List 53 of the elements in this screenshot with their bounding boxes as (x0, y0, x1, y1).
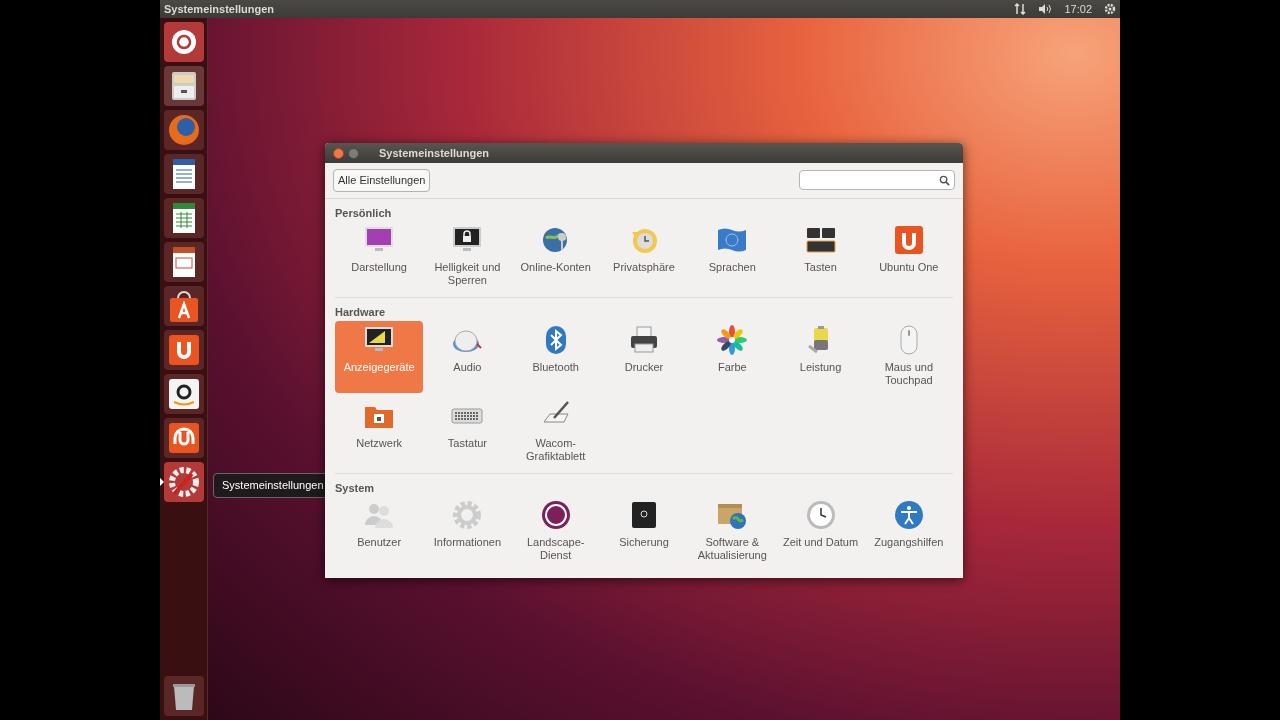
accessibility-icon (892, 499, 925, 531)
network-arrows-icon[interactable] (1014, 3, 1027, 15)
settings-tile[interactable]: Tastatur (423, 396, 512, 469)
settings-tile[interactable]: Bluetooth (511, 320, 600, 393)
settings-icon[interactable] (1104, 3, 1116, 15)
window-title: Systemeinstellungen (379, 145, 490, 161)
settings-tile[interactable]: Drucker (599, 320, 689, 393)
settings-tile[interactable]: Zeit und Datum (776, 496, 865, 568)
ring-icon (539, 499, 572, 531)
printer-icon (628, 323, 660, 356)
file-cabinet-icon[interactable] (163, 66, 204, 106)
search-field[interactable] (799, 170, 955, 191)
spreadsheet-icon[interactable] (163, 198, 204, 238)
settings-tile[interactable]: Wacom-Grafiktablett (511, 396, 600, 469)
settings-tile[interactable]: Sicherung (599, 496, 689, 568)
section-heading: System (335, 480, 376, 496)
section-heading: Hardware (335, 305, 387, 320)
settings-tile[interactable]: Sprachen (688, 221, 777, 293)
settings-tile[interactable]: Online-Konten (511, 221, 600, 293)
settings-tile[interactable]: Zugangshilfen (864, 496, 953, 568)
settings-tile[interactable]: Benutzer (335, 496, 424, 568)
section-heading: Persönlich (335, 205, 393, 221)
search-icon (939, 174, 950, 186)
settings-tile[interactable]: Helligkeit und Sperren (423, 221, 512, 293)
settings-tile[interactable]: Netzwerk (335, 396, 424, 469)
settings-tile[interactable]: Audio (423, 320, 512, 393)
gear-icon (451, 499, 484, 531)
settings-tile[interactable]: Darstellung (335, 221, 424, 293)
settings-tile[interactable]: Ubuntu One (864, 221, 953, 293)
document-icon[interactable] (163, 154, 204, 194)
settings-tile[interactable]: Leistung (776, 320, 865, 393)
settings-tile[interactable]: Informationen (423, 496, 512, 568)
u-tile-icon (892, 224, 925, 256)
app-title: Systemeinstellungen (164, 1, 275, 17)
flower-icon (716, 323, 749, 356)
settings-tile[interactable]: Landscape-Dienst (511, 496, 600, 568)
trash-icon[interactable] (163, 676, 204, 716)
minimize-button[interactable] (348, 147, 359, 159)
gear-wrench-icon[interactable] (163, 462, 204, 502)
clock[interactable]: 17:02 (1064, 0, 1092, 18)
shopping-bag-icon[interactable] (163, 286, 204, 326)
settings-tile[interactable]: Maus und Touchpad (864, 320, 953, 393)
u-tile-icon[interactable] (163, 330, 204, 370)
all-settings-button[interactable]: Alle Einstellungen (333, 169, 431, 192)
close-button[interactable] (333, 147, 344, 159)
settings-tile[interactable]: Tasten (776, 221, 865, 293)
settings-tile[interactable]: Farbe (688, 320, 777, 393)
settings-tile[interactable]: Software & Aktualisierung (688, 496, 777, 568)
headphones-icon[interactable] (163, 418, 204, 458)
speaker-icon[interactable] (1038, 3, 1053, 15)
presentation-icon[interactable] (163, 242, 204, 282)
settings-tile[interactable]: Privatsphäre (599, 221, 689, 293)
clock-icon (804, 499, 837, 531)
